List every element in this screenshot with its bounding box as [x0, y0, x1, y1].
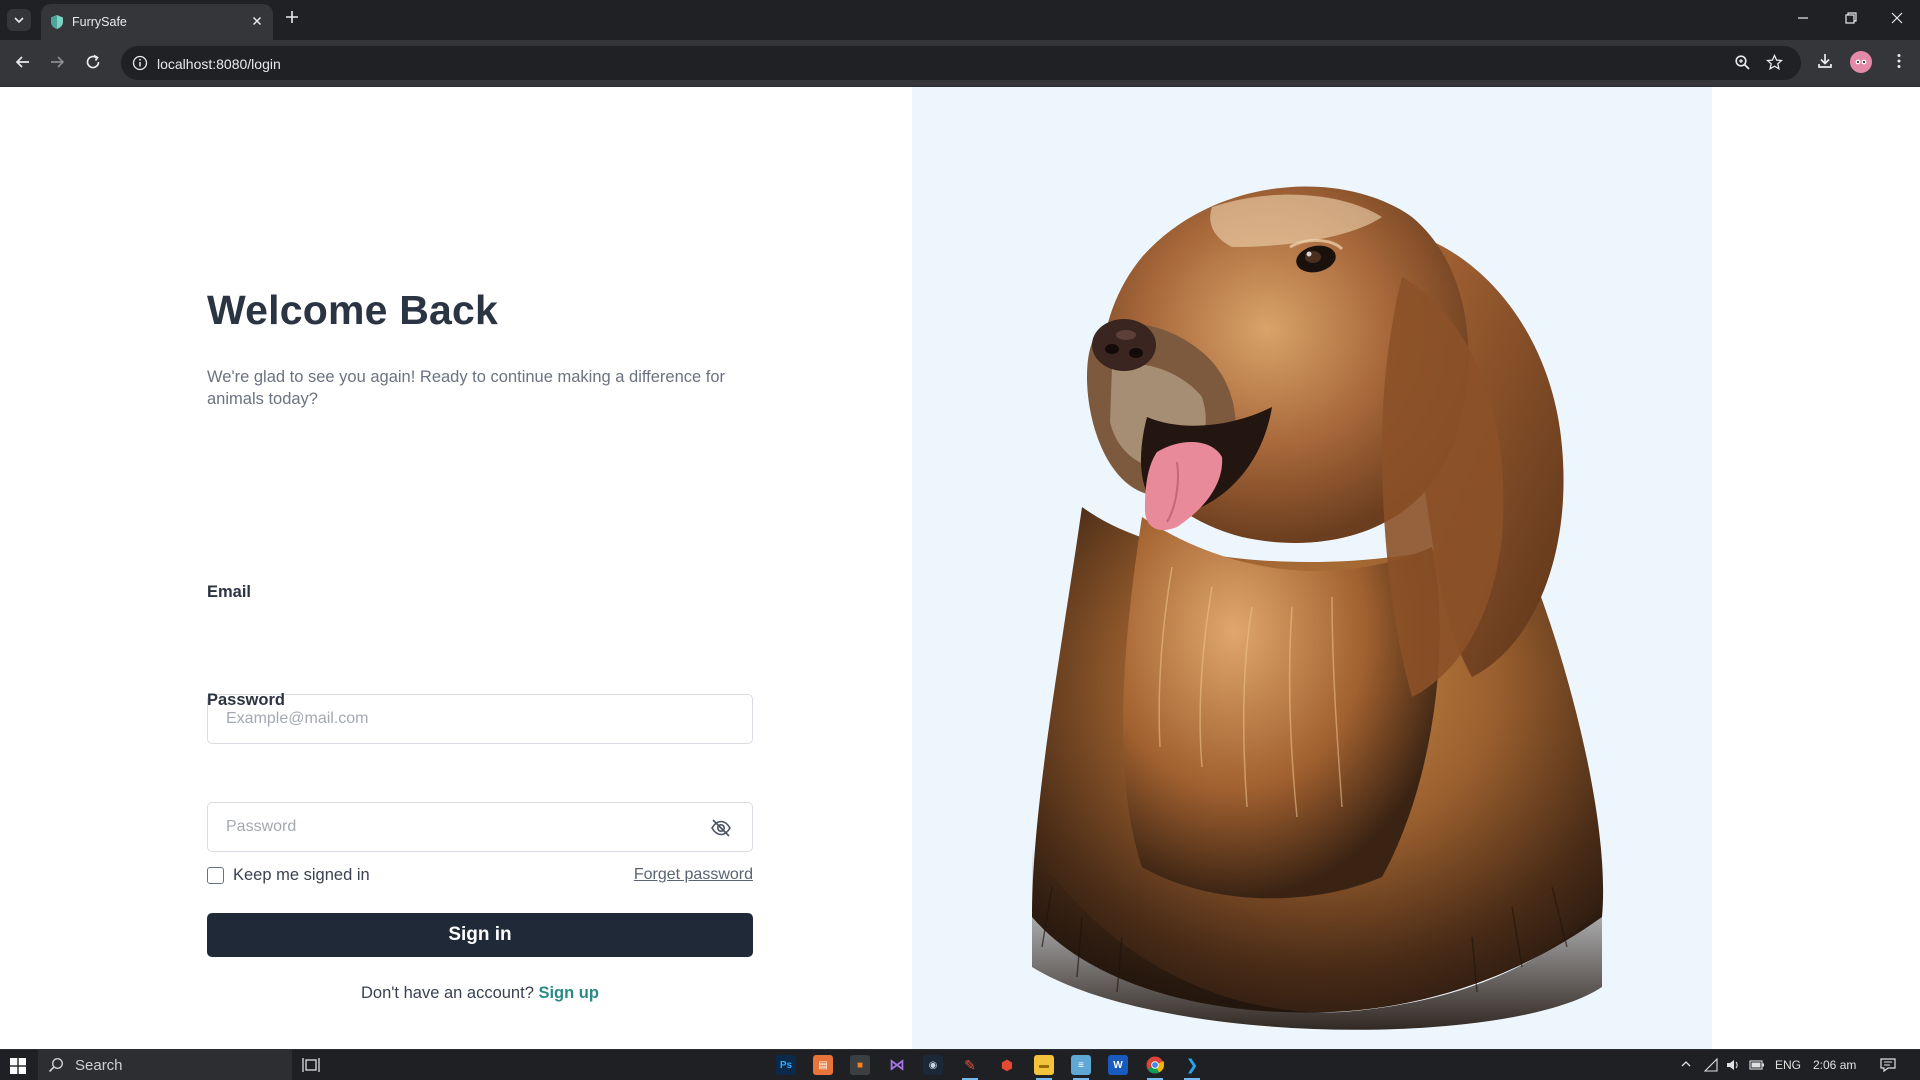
login-panel: Welcome Back We're glad to see you again…: [207, 287, 753, 1002]
chrome-taskbar-icon[interactable]: [1145, 1055, 1165, 1080]
app-shield-taskbar-icon[interactable]: ⬢: [997, 1055, 1017, 1075]
sign-up-link[interactable]: Sign up: [538, 984, 599, 1002]
restore-icon[interactable]: [1844, 11, 1858, 25]
email-input[interactable]: [208, 695, 752, 743]
tab-title: FurrySafe: [72, 15, 127, 29]
network-icon[interactable]: [1704, 1058, 1718, 1072]
profile-face-icon: [1855, 59, 1867, 65]
password-label: Password: [207, 691, 285, 709]
forgot-password-link[interactable]: Forget password: [634, 866, 753, 884]
download-icon[interactable]: [1816, 52, 1834, 70]
email-label: Email: [207, 583, 252, 601]
forward-icon[interactable]: [48, 53, 66, 71]
signup-prompt-line: Don't have an account? Sign up: [207, 984, 753, 1003]
close-tab-icon[interactable]: [250, 14, 264, 28]
keep-signed-in-option[interactable]: Keep me signed in: [207, 866, 370, 885]
active-tab[interactable]: FurrySafe: [41, 4, 273, 40]
tray-overflow-icon[interactable]: [1680, 1058, 1692, 1070]
shield-favicon-icon: [51, 15, 63, 29]
keep-signed-in-label: Keep me signed in: [233, 866, 370, 884]
notification-icon[interactable]: [1880, 1058, 1896, 1072]
task-view-icon[interactable]: [302, 1057, 320, 1073]
battery-icon[interactable]: [1749, 1058, 1765, 1072]
login-page: Welcome Back We're glad to see you again…: [0, 87, 1920, 1049]
language-indicator[interactable]: ENG: [1775, 1058, 1801, 1072]
bookmark-star-icon[interactable]: [1766, 54, 1783, 71]
search-label: Search: [75, 1057, 123, 1074]
jetbrains-taskbar-icon[interactable]: ■: [850, 1055, 870, 1075]
word-taskbar-icon[interactable]: W: [1108, 1055, 1128, 1075]
os-taskbar: Search Ps ▤ ■ ⋈ ◉ ✎ ⬢ ▬ ≡ W ❯ ENG 2:06 a…: [0, 1049, 1920, 1080]
page-title: Welcome Back: [207, 287, 499, 333]
chrome-icon: [1146, 1056, 1164, 1074]
new-tab-icon[interactable]: [284, 9, 300, 25]
page-subtitle: We're glad to see you again! Ready to co…: [207, 368, 726, 408]
visual-studio-taskbar-icon[interactable]: ⋈: [887, 1055, 907, 1075]
url-text: localhost:8080/login: [157, 56, 281, 72]
close-window-icon[interactable]: [1890, 11, 1904, 25]
vscode-taskbar-icon[interactable]: ❯: [1182, 1055, 1202, 1080]
address-bar[interactable]: localhost:8080/login: [121, 46, 1801, 80]
email-field[interactable]: [207, 694, 753, 744]
minimize-icon[interactable]: [1796, 11, 1810, 25]
profile-avatar[interactable]: [1850, 51, 1872, 73]
app-orange-taskbar-icon[interactable]: ▤: [813, 1055, 833, 1075]
windows-start-icon[interactable]: [10, 1058, 26, 1074]
tab-list-button[interactable]: [7, 9, 31, 31]
sign-in-button[interactable]: Sign in: [207, 913, 753, 957]
illustration-panel: [912, 87, 1712, 1049]
password-field[interactable]: [207, 802, 753, 852]
volume-icon[interactable]: [1726, 1058, 1740, 1072]
steam-taskbar-icon[interactable]: ◉: [923, 1055, 943, 1075]
golden-retriever-illustration: [1032, 186, 1604, 1030]
search-icon: [48, 1057, 64, 1073]
back-icon[interactable]: [14, 53, 32, 71]
site-info-icon[interactable]: [132, 55, 148, 71]
eye-slash-icon[interactable]: [710, 817, 732, 839]
photoshop-taskbar-icon[interactable]: Ps: [776, 1055, 796, 1075]
file-explorer-taskbar-icon[interactable]: ▬: [1034, 1055, 1054, 1080]
zoom-icon[interactable]: [1734, 54, 1751, 71]
password-input[interactable]: [208, 803, 752, 851]
chevron-down-icon: [14, 17, 24, 24]
reload-icon[interactable]: [84, 53, 102, 71]
clock[interactable]: 2:06 am: [1813, 1058, 1856, 1072]
browser-toolbar: localhost:8080/login: [0, 40, 1920, 87]
taskbar-search[interactable]: Search: [38, 1050, 292, 1080]
app-red-taskbar-icon[interactable]: ✎: [960, 1055, 980, 1080]
browser-tab-bar: FurrySafe: [0, 0, 1920, 40]
notepad-taskbar-icon[interactable]: ≡: [1071, 1055, 1091, 1080]
signup-prompt-text: Don't have an account?: [361, 984, 534, 1002]
keep-signed-in-checkbox[interactable]: [207, 867, 224, 884]
more-menu-icon[interactable]: [1890, 52, 1908, 70]
